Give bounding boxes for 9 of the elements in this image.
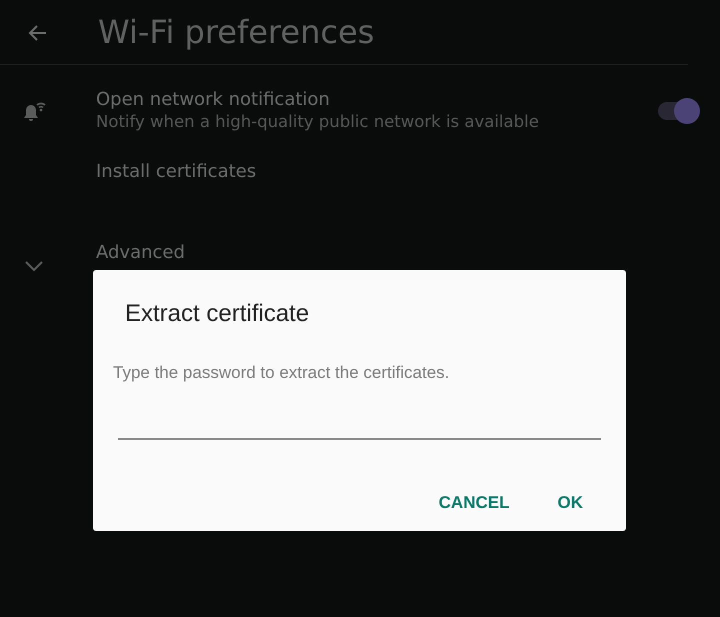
dialog-title: Extract certificate: [125, 299, 310, 329]
cancel-button[interactable]: CANCEL: [426, 482, 522, 523]
ok-button[interactable]: OK: [546, 482, 595, 523]
dialog-message: Type the password to extract the certificates.: [113, 362, 450, 384]
setting-summary: Notify when a high-quality public network is available: [96, 110, 540, 132]
screen-title: Wi-Fi preferences: [98, 16, 374, 48]
setting-title: Install certificates: [96, 161, 258, 183]
setting-title: Open network notification: [96, 89, 331, 111]
setting-title: Advanced: [96, 242, 186, 264]
